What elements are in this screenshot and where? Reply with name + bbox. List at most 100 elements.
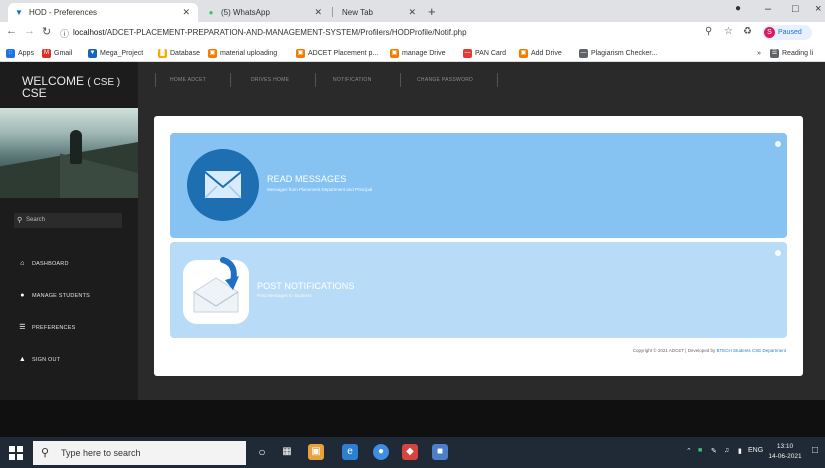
taskbar-search-input[interactable]: ⚲ Type here to search <box>33 441 246 465</box>
user-icon: ● <box>20 292 25 299</box>
copyright-link[interactable]: BTECH Students CSE Department <box>716 348 786 353</box>
topnav-home-adcet[interactable]: HOME ADCET <box>170 77 206 83</box>
taskbar-clock[interactable]: 13:10 14-06-2021 <box>765 442 805 462</box>
sidebar-search-input[interactable]: ⚲ Search <box>14 213 122 228</box>
sidebar-item-label: SIGN OUT <box>32 357 61 363</box>
apps-grid-icon: ∷ <box>6 48 15 58</box>
tray-chevron-icon[interactable]: ⌃ <box>686 447 692 455</box>
bookmark-adcet-placement[interactable]: ▣ ADCET Placement p... <box>296 47 378 59</box>
bookmark-mega-project[interactable]: ▼ Mega_Project <box>88 47 143 59</box>
star-icon[interactable]: ☆ <box>724 26 733 37</box>
tray-app-icon[interactable]: ■ <box>698 447 702 454</box>
folder-icon: ▣ <box>519 48 528 58</box>
reading-list-button[interactable]: ☰ Reading li <box>770 47 813 59</box>
bookmark-label: material uploading <box>220 49 278 57</box>
language-indicator[interactable]: ENG <box>748 447 763 454</box>
topnav-separator <box>230 73 231 87</box>
maximize-button[interactable]: □ <box>792 3 799 15</box>
new-tab-button[interactable]: + <box>428 4 436 19</box>
tab-separator <box>332 7 333 17</box>
bookmark-plagiarism-checker[interactable]: — Plagiarism Checker... <box>579 47 657 59</box>
sidebar-item-preferences[interactable]: ☰ PREFERENCES <box>18 322 75 334</box>
task-view-icon[interactable]: ▦ <box>279 444 295 460</box>
forward-arrow-icon[interactable]: → <box>24 25 35 37</box>
folder-icon: ▣ <box>208 48 217 58</box>
topnav-drives-home[interactable]: DRIVES HOME <box>251 77 289 83</box>
network-icon[interactable]: ✎ <box>711 447 717 455</box>
gmail-icon: M <box>42 48 51 58</box>
folder-icon: ▣ <box>296 48 305 58</box>
tab-label: (5) WhatsApp <box>221 8 270 17</box>
close-tab-icon[interactable]: ✕ <box>408 7 416 18</box>
edge-browser-icon[interactable]: e <box>342 444 358 460</box>
topnav-separator <box>155 73 156 87</box>
zoom-icon[interactable]: ⚲ <box>705 26 712 37</box>
hero-person-silhouette <box>70 130 82 164</box>
bookmarks-overflow-button[interactable]: » <box>757 47 761 59</box>
cortana-icon[interactable]: ○ <box>254 444 270 460</box>
bookmark-label: Add Drive <box>531 49 562 57</box>
photos-icon[interactable]: ■ <box>432 444 448 460</box>
list-icon: ☰ <box>19 324 26 331</box>
welcome-dept: ( CSE ) <box>87 77 121 88</box>
taskbar-search-placeholder: Type here to search <box>61 448 141 458</box>
windows-start-icon[interactable] <box>8 445 24 461</box>
send-mail-icon <box>183 257 249 324</box>
search-icon: ⚲ <box>41 447 50 459</box>
bookmark-add-drive[interactable]: ▣ Add Drive <box>519 47 562 59</box>
notifications-icon[interactable]: □ <box>812 445 818 456</box>
avatar: S <box>764 27 775 38</box>
bookmark-label: Gmail <box>54 49 73 57</box>
close-tab-icon[interactable]: ✕ <box>314 7 322 18</box>
close-tab-icon[interactable]: ✕ <box>182 7 190 18</box>
close-window-button[interactable]: × <box>815 3 821 15</box>
bookmark-favicon-icon: ▼ <box>88 48 97 58</box>
bookmark-pan-card[interactable]: — PAN Card <box>463 47 506 59</box>
bookmark-apps[interactable]: ∷ Apps <box>6 47 34 59</box>
bookmark-manage-drive[interactable]: ▣ manage Drive <box>390 47 446 59</box>
file-explorer-icon[interactable]: ▣ <box>308 444 324 460</box>
whatsapp-icon: ● <box>208 7 214 17</box>
card-dot-icon <box>775 141 781 147</box>
sidebar-item-sign-out[interactable]: ▲ SIGN OUT <box>18 354 60 366</box>
back-arrow-icon[interactable]: ← <box>6 25 17 37</box>
sidebar-item-dashboard[interactable]: ⌂ DASHBOARD <box>18 258 69 270</box>
profile-status-label: Paused <box>778 29 802 36</box>
tab-new-tab[interactable]: New Tab ✕ <box>336 3 424 22</box>
arrow-up-icon: ▲ <box>18 356 27 363</box>
post-notifications-subtitle: Post Messages to Students <box>257 293 312 298</box>
page-bottom-area <box>0 400 825 437</box>
app-icon[interactable]: ◆ <box>402 444 418 460</box>
tab-hod-preferences[interactable]: ▼ HOD - Preferences ✕ <box>8 3 198 22</box>
volume-icon[interactable]: ♫ <box>724 447 729 454</box>
address-bar[interactable]: localhost/ADCET-PLACEMENT-PREPARATION-AN… <box>73 25 703 41</box>
bookmark-material-uploading[interactable]: ▣ material uploading <box>208 47 277 59</box>
bookmark-database[interactable]: █ Database <box>158 47 200 59</box>
clock-date: 14-06-2021 <box>768 453 802 460</box>
read-messages-title: READ MESSAGES <box>267 174 347 184</box>
bookmark-label: Mega_Project <box>100 49 144 57</box>
chrome-icon[interactable]: ● <box>373 444 389 460</box>
reload-icon[interactable]: ↻ <box>42 25 51 38</box>
topnav-separator <box>315 73 316 87</box>
bookmark-label: Apps <box>18 49 34 57</box>
profile-paused-button[interactable]: S Paused <box>762 25 812 40</box>
topnav-change-password[interactable]: CHANGE PASSWORD <box>417 77 473 83</box>
browser-menu-icon[interactable]: ● <box>735 3 741 14</box>
bookmark-gmail[interactable]: M Gmail <box>42 47 72 59</box>
bookmark-label: Plagiarism Checker... <box>591 49 658 57</box>
sidebar-item-manage-students[interactable]: ● MANAGE STUDENTS <box>18 290 90 302</box>
topnav-notification[interactable]: NOTIFICATION <box>333 77 372 83</box>
bookmark-label: PAN Card <box>475 49 506 57</box>
top-navigation <box>138 62 825 100</box>
info-icon[interactable]: ⓘ <box>60 27 69 40</box>
bookmark-favicon-icon: — <box>579 48 588 58</box>
battery-icon[interactable]: ▮ <box>738 447 742 455</box>
chart-icon: █ <box>158 48 167 58</box>
tab-whatsapp[interactable]: ● (5) WhatsApp ✕ <box>200 3 330 22</box>
minimize-button[interactable]: – <box>765 3 771 15</box>
extensions-icon[interactable]: ♻ <box>743 26 752 37</box>
read-messages-subtitle: Messages from Placement Department and P… <box>267 187 373 192</box>
read-messages-card[interactable] <box>170 133 787 238</box>
welcome-sub: CSE <box>22 86 47 100</box>
